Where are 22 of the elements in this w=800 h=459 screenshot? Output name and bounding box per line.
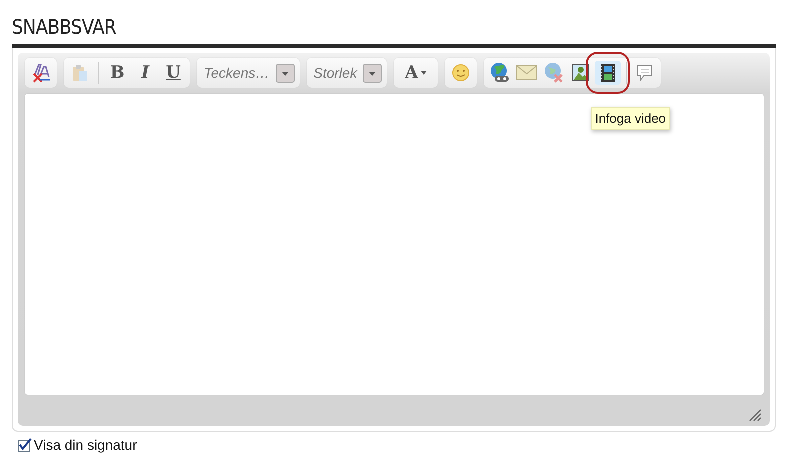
envelope-icon bbox=[516, 64, 538, 82]
clear-format-icon bbox=[31, 63, 51, 83]
globe-unlink-icon bbox=[543, 62, 566, 84]
font-color-button[interactable]: A bbox=[397, 61, 436, 85]
image-icon bbox=[571, 63, 592, 83]
format-button[interactable]: B bbox=[104, 61, 131, 85]
checkbox[interactable] bbox=[18, 438, 32, 452]
format-button[interactable]: U bbox=[160, 61, 187, 85]
speech-bubble-icon bbox=[635, 63, 656, 83]
film-strip-icon bbox=[599, 63, 618, 83]
paste-icon bbox=[70, 63, 90, 83]
caret-icon bbox=[421, 71, 428, 75]
section-heading: SNABBSVAR bbox=[12, 14, 118, 41]
format-button[interactable]: I bbox=[132, 61, 159, 85]
dropdown[interactable]: Teckens… bbox=[200, 61, 297, 85]
signature-checkbox[interactable]: Visa din signatur bbox=[18, 436, 776, 453]
checkbox-label: Visa din signatur bbox=[34, 436, 138, 452]
resize-grip-icon[interactable] bbox=[749, 409, 762, 422]
tooltip: Infoga video bbox=[591, 107, 670, 130]
smiley-icon bbox=[451, 63, 472, 83]
globe-link-icon bbox=[489, 62, 512, 84]
dropdown[interactable]: Storlek bbox=[310, 61, 384, 85]
